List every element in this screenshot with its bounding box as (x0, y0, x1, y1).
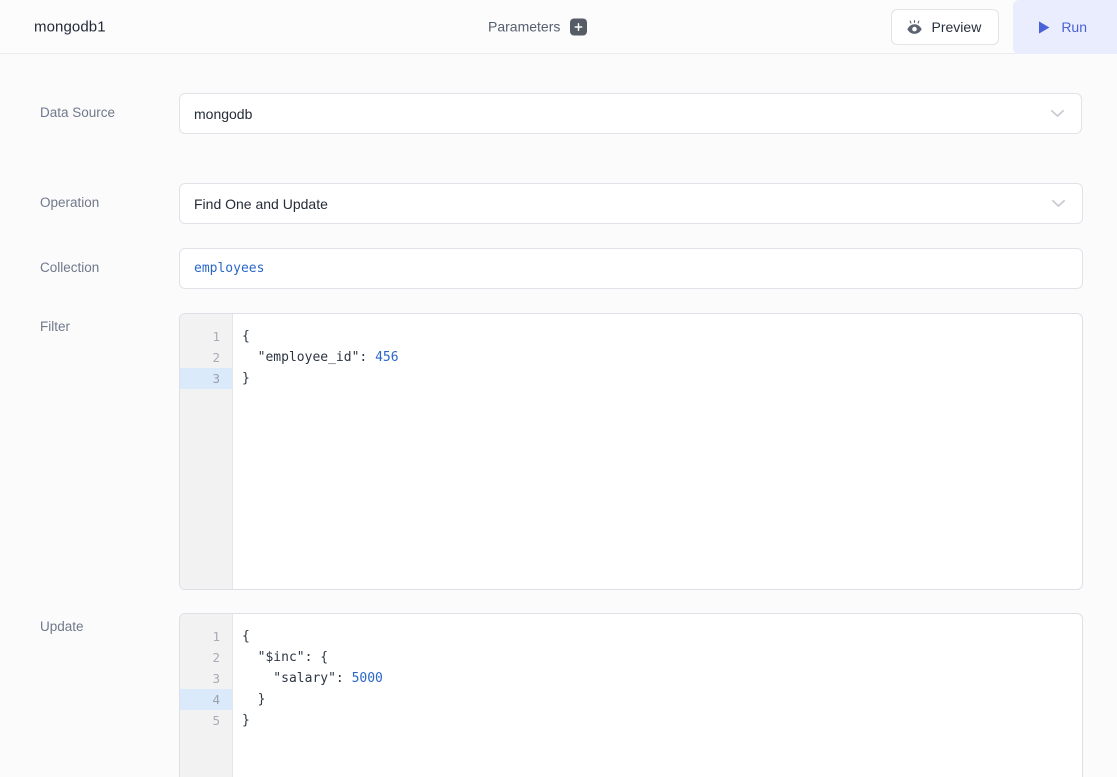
code-line: { (242, 326, 1082, 347)
eye-icon (906, 20, 923, 35)
code-line: "$inc": { (242, 647, 1082, 668)
data-source-value: mongodb (194, 106, 1050, 122)
code-line: { (242, 626, 1082, 647)
line-number: 3 (180, 668, 232, 689)
code-token: { (242, 329, 250, 344)
data-source-label: Data Source (0, 93, 179, 134)
add-parameter-button[interactable] (570, 18, 587, 35)
field-row-operation: Operation Find One and Update (0, 183, 1117, 224)
field-row-update: Update 12345 { "$inc": { "salary": 5000 … (0, 613, 1117, 777)
collection-label: Collection (0, 248, 179, 289)
code-token: } (242, 692, 265, 707)
update-code-area[interactable]: { "$inc": { "salary": 5000 }} (233, 614, 1082, 777)
operation-label: Operation (0, 183, 179, 224)
collection-value: employees (194, 261, 264, 276)
chevron-down-icon (1050, 109, 1065, 118)
line-number: 1 (180, 626, 232, 647)
app-header: mongodb1 Parameters Preview Run (0, 0, 1117, 54)
preview-button-label: Preview (932, 19, 982, 35)
page-title: mongodb1 (34, 18, 106, 35)
field-row-filter: Filter 123 { "employee_id": 456} (0, 313, 1117, 590)
code-token: { (242, 629, 250, 644)
filter-code-area[interactable]: { "employee_id": 456} (233, 314, 1082, 589)
code-line: } (242, 689, 1082, 710)
data-source-select[interactable]: mongodb (179, 93, 1082, 134)
code-token: 456 (375, 350, 398, 365)
collection-field: employees (179, 248, 1083, 289)
line-number: 2 (180, 647, 232, 668)
filter-field: 123 { "employee_id": 456} (179, 313, 1083, 590)
filter-code-editor[interactable]: 123 { "employee_id": 456} (179, 313, 1083, 590)
code-line: "salary": 5000 (242, 668, 1082, 689)
line-number: 5 (180, 710, 232, 731)
code-line: "employee_id": 456 (242, 347, 1082, 368)
line-number: 2 (180, 347, 232, 368)
run-button-label: Run (1061, 19, 1087, 35)
update-label: Update (0, 613, 179, 777)
parameters-label: Parameters (488, 19, 560, 35)
code-token: "$inc": { (242, 650, 328, 665)
operation-field: Find One and Update (179, 183, 1083, 224)
plus-icon (574, 22, 583, 31)
data-source-field: mongodb (179, 93, 1082, 134)
code-line: } (242, 368, 1082, 389)
field-row-data-source: Data Source mongodb (0, 93, 1117, 134)
play-icon (1037, 20, 1051, 35)
code-token: } (242, 371, 250, 386)
line-number: 4 (180, 689, 232, 710)
update-field: 12345 { "$inc": { "salary": 5000 }} (179, 613, 1083, 777)
code-token: "employee_id": (242, 350, 375, 365)
run-button[interactable]: Run (1013, 0, 1117, 54)
filter-gutter: 123 (180, 314, 233, 589)
code-token: } (242, 713, 250, 728)
preview-button[interactable]: Preview (891, 9, 1000, 45)
code-token: 5000 (352, 671, 383, 686)
field-row-collection: Collection employees (0, 248, 1117, 289)
collection-input[interactable]: employees (179, 248, 1083, 289)
code-token: "salary": (242, 671, 352, 686)
chevron-down-icon (1051, 199, 1066, 208)
update-code-editor[interactable]: 12345 { "$inc": { "salary": 5000 }} (179, 613, 1083, 777)
operation-value: Find One and Update (194, 196, 1051, 212)
header-actions: Preview Run (891, 0, 1117, 54)
form-body: Data Source mongodb Operation Find One a… (0, 54, 1117, 777)
line-number: 1 (180, 326, 232, 347)
parameters-group: Parameters (488, 18, 587, 35)
filter-label: Filter (0, 313, 179, 590)
update-gutter: 12345 (180, 614, 233, 777)
operation-select[interactable]: Find One and Update (179, 183, 1083, 224)
line-number: 3 (180, 368, 232, 389)
code-line: } (242, 710, 1082, 731)
